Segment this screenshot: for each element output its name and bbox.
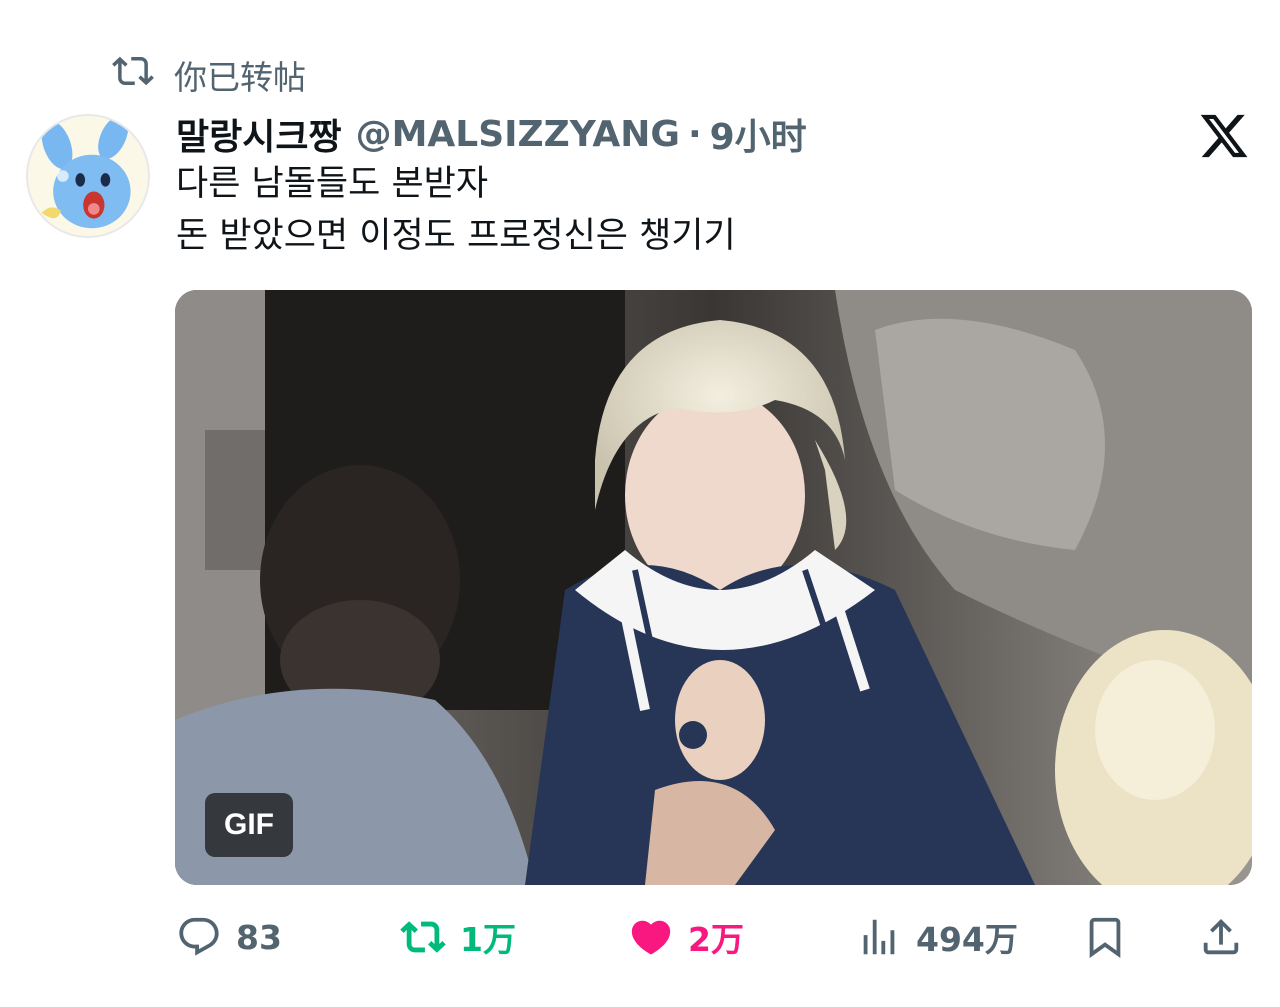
analytics-icon bbox=[863, 919, 895, 955]
tweet-text: 다른 남돌들도 본받자 돈 받았으면 이정도 프로정신은 챙기기 bbox=[176, 158, 736, 262]
gif-frame-illustration bbox=[175, 290, 1252, 885]
x-logo-icon bbox=[1198, 110, 1250, 162]
reply-button[interactable]: 83 bbox=[176, 905, 282, 969]
retweet-icon bbox=[400, 921, 446, 953]
share-icon bbox=[1203, 918, 1239, 955]
bookmark-icon bbox=[1089, 917, 1121, 958]
like-button[interactable]: 2万 bbox=[628, 905, 744, 969]
user-handle[interactable]: @MALSIZZYANG bbox=[356, 114, 680, 155]
gif-badge: GIF bbox=[205, 793, 293, 857]
tweet-media-gif[interactable]: GIF bbox=[175, 290, 1252, 885]
repost-icon bbox=[112, 50, 154, 100]
display-name[interactable]: 말랑시크짱 bbox=[176, 108, 342, 160]
tweet-action-bar: 83 1万 2万 494万 bbox=[0, 905, 1280, 969]
retweet-count: 1万 bbox=[460, 920, 516, 959]
share-button[interactable] bbox=[1198, 905, 1244, 969]
tweet-text-line-1: 다른 남돌들도 본받자 bbox=[176, 164, 489, 204]
tweet-text-line-2: 돈 받았으면 이정도 프로정신은 챙기기 bbox=[176, 216, 736, 256]
retweet-button[interactable]: 1万 bbox=[400, 905, 516, 969]
like-count: 2万 bbox=[688, 920, 744, 959]
reply-icon bbox=[179, 917, 219, 956]
tweet-timestamp[interactable]: 9小时 bbox=[710, 108, 807, 160]
reply-count: 83 bbox=[236, 917, 282, 957]
repost-banner-text: 你已转帖 bbox=[174, 58, 306, 97]
views-button[interactable]: 494万 bbox=[856, 905, 1018, 969]
view-count: 494万 bbox=[916, 920, 1018, 959]
tweet-header: 말랑시크짱 @MALSIZZYANG · 9小时 bbox=[176, 106, 807, 162]
heart-filled-icon bbox=[631, 920, 671, 955]
repost-banner: 你已转帖 bbox=[112, 52, 306, 98]
bookmark-button[interactable] bbox=[1082, 905, 1128, 969]
header-separator: · bbox=[687, 113, 702, 155]
avatar[interactable] bbox=[26, 114, 150, 238]
